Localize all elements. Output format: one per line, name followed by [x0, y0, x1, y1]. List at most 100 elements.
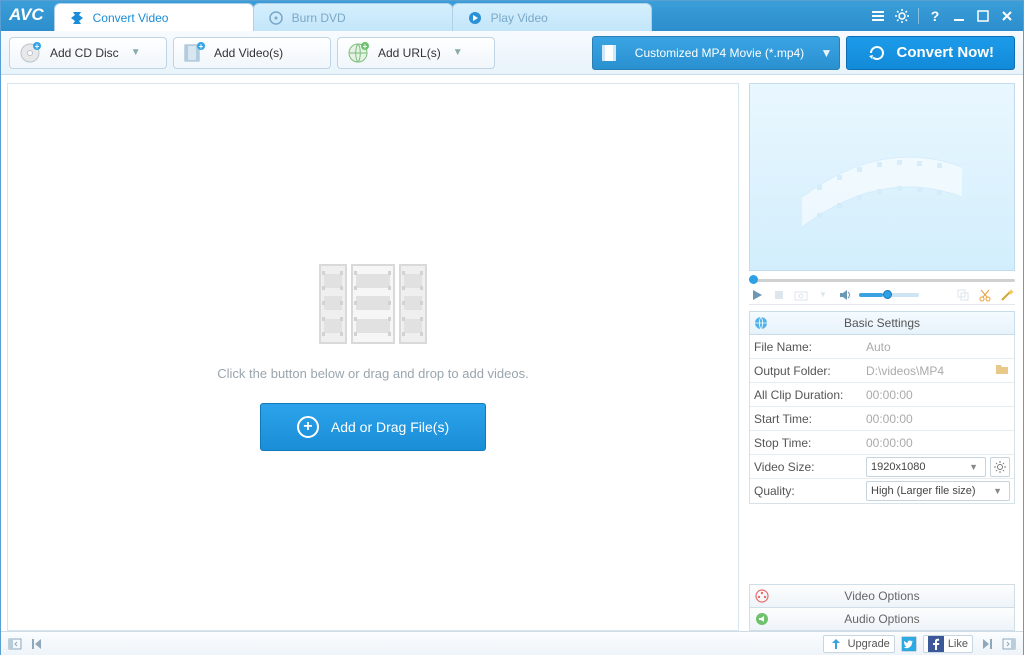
seek-thumb[interactable]	[749, 275, 758, 284]
output-format-select[interactable]: Customized MP4 Movie (*.mp4) ▼	[592, 36, 840, 70]
select-value: High (Larger file size)	[871, 485, 976, 497]
setting-value: 00:00:00	[862, 388, 1014, 402]
twitter-icon[interactable]	[901, 636, 917, 652]
gear-icon	[992, 459, 1008, 475]
video-size-gear-button[interactable]	[990, 457, 1010, 477]
output-folder-path: D:\videos\MP4	[866, 364, 944, 378]
volume-icon[interactable]	[837, 287, 853, 303]
setting-label: Start Time:	[750, 412, 862, 426]
stop-icon[interactable]	[771, 287, 787, 303]
tab-play-video[interactable]: Play Video	[452, 3, 652, 31]
setting-label: Output Folder:	[750, 364, 862, 378]
audio-options-bar[interactable]: Audio Options	[749, 607, 1015, 631]
setting-value[interactable]: 00:00:00	[862, 436, 1014, 450]
button-label: Convert Now!	[897, 44, 995, 61]
film-reel-icon	[750, 588, 774, 604]
panel-toggle-right-icon[interactable]	[1001, 636, 1017, 652]
button-label: Add URL(s)	[378, 46, 441, 60]
globe-add-icon: +	[346, 41, 370, 65]
setting-label: All Clip Duration:	[750, 388, 862, 402]
tab-label: Play Video	[491, 11, 548, 25]
add-cd-disc-button[interactable]: + Add CD Disc ▼	[9, 37, 167, 69]
folder-icon[interactable]	[994, 361, 1010, 380]
svg-text:+: +	[199, 42, 204, 51]
convert-now-button[interactable]: Convert Now!	[846, 36, 1016, 70]
svg-text:+: +	[363, 42, 368, 51]
basic-settings-grid: File Name: Auto Output Folder: D:\videos…	[749, 335, 1015, 504]
separator	[918, 8, 919, 24]
button-label: Like	[948, 638, 968, 650]
volume-slider[interactable]	[859, 293, 919, 297]
filmstrip-watermark-icon	[782, 117, 982, 237]
minimize-icon[interactable]	[949, 6, 969, 26]
film-add-icon: +	[182, 41, 206, 65]
video-size-select[interactable]: 1920x1080 ▼	[866, 457, 986, 477]
setting-label: Stop Time:	[750, 436, 862, 450]
section-title: Basic Settings	[772, 316, 1014, 330]
setting-value[interactable]: D:\videos\MP4	[862, 361, 1014, 380]
basic-settings-header[interactable]: Basic Settings	[749, 311, 1015, 335]
close-icon[interactable]	[997, 6, 1017, 26]
preview-panel	[749, 83, 1015, 271]
setting-row-output-folder: Output Folder: D:\videos\MP4	[750, 359, 1014, 383]
main: Click the button below or drag and drop …	[1, 75, 1023, 631]
tab-label: Convert Video	[93, 11, 169, 25]
quality-select[interactable]: High (Larger file size) ▼	[866, 481, 1010, 501]
drop-hint: Click the button below or drag and drop …	[217, 366, 528, 381]
option-label: Audio Options	[774, 612, 1014, 626]
help-icon[interactable]: ?	[925, 6, 945, 26]
speaker-icon	[750, 611, 774, 627]
right-pane: ▼ Basic Settings File Name: Auto Output …	[745, 75, 1023, 631]
add-files-button[interactable]: + Add or Drag File(s)	[260, 403, 486, 451]
setting-value[interactable]: Auto	[862, 340, 1014, 354]
video-options-bar[interactable]: Video Options	[749, 584, 1015, 608]
film-placeholder-icon	[319, 264, 427, 344]
add-urls-button[interactable]: + Add URL(s) ▼	[337, 37, 495, 69]
film-icon	[593, 43, 625, 63]
button-label: Add or Drag File(s)	[331, 419, 449, 435]
gear-icon[interactable]	[892, 6, 912, 26]
left-pane: Click the button below or drag and drop …	[1, 75, 745, 631]
chevron-down-icon: ▼	[993, 486, 1005, 496]
facebook-icon	[928, 636, 944, 652]
menu-icon[interactable]	[868, 6, 888, 26]
select-value: 1920x1080	[871, 461, 925, 473]
refresh-icon	[867, 43, 887, 63]
facebook-like-button[interactable]: Like	[923, 635, 973, 653]
volume-thumb[interactable]	[883, 290, 892, 299]
chevron-down-icon[interactable]: ▼	[815, 287, 831, 303]
playhead-end-icon[interactable]	[979, 636, 995, 652]
setting-row-all-clip: All Clip Duration: 00:00:00	[750, 383, 1014, 407]
maximize-icon[interactable]	[973, 6, 993, 26]
tab-burn-dvd[interactable]: Burn DVD	[253, 3, 453, 31]
setting-row-video-size: Video Size: 1920x1080 ▼	[750, 455, 1014, 479]
setting-label: File Name:	[750, 340, 862, 354]
setting-label: Quality:	[750, 484, 862, 498]
setting-value[interactable]: 00:00:00	[862, 412, 1014, 426]
panel-toggle-left-icon[interactable]	[7, 636, 23, 652]
add-videos-button[interactable]: + Add Video(s)	[173, 37, 331, 69]
chevron-down-icon: ▼	[453, 47, 463, 58]
upgrade-button[interactable]: Upgrade	[823, 635, 895, 653]
preview-controls: ▼	[749, 285, 1015, 305]
options-stack: Video Options Audio Options	[749, 585, 1015, 631]
scissors-icon[interactable]	[977, 287, 993, 303]
seek-bar[interactable]	[749, 275, 1015, 285]
disc-icon	[268, 10, 284, 26]
tab-convert-video[interactable]: Convert Video	[54, 3, 254, 31]
drop-area[interactable]: Click the button below or drag and drop …	[7, 83, 739, 631]
window-controls: ?	[868, 1, 1023, 31]
setting-value-wrap: High (Larger file size) ▼	[862, 481, 1014, 501]
play-icon	[467, 10, 483, 26]
arrow-up-icon	[828, 636, 844, 652]
chevron-down-icon: ▼	[131, 47, 141, 58]
format-label: Customized MP4 Movie (*.mp4)	[625, 46, 815, 60]
playhead-start-icon[interactable]	[29, 636, 45, 652]
copy-icon[interactable]	[955, 287, 971, 303]
play-icon[interactable]	[749, 287, 765, 303]
wand-icon[interactable]	[999, 287, 1015, 303]
setting-row-filename: File Name: Auto	[750, 335, 1014, 359]
setting-value-wrap: 1920x1080 ▼	[862, 457, 1014, 477]
toolbar: + Add CD Disc ▼ + Add Video(s) + Add URL…	[1, 31, 1023, 75]
snapshot-icon[interactable]	[793, 287, 809, 303]
